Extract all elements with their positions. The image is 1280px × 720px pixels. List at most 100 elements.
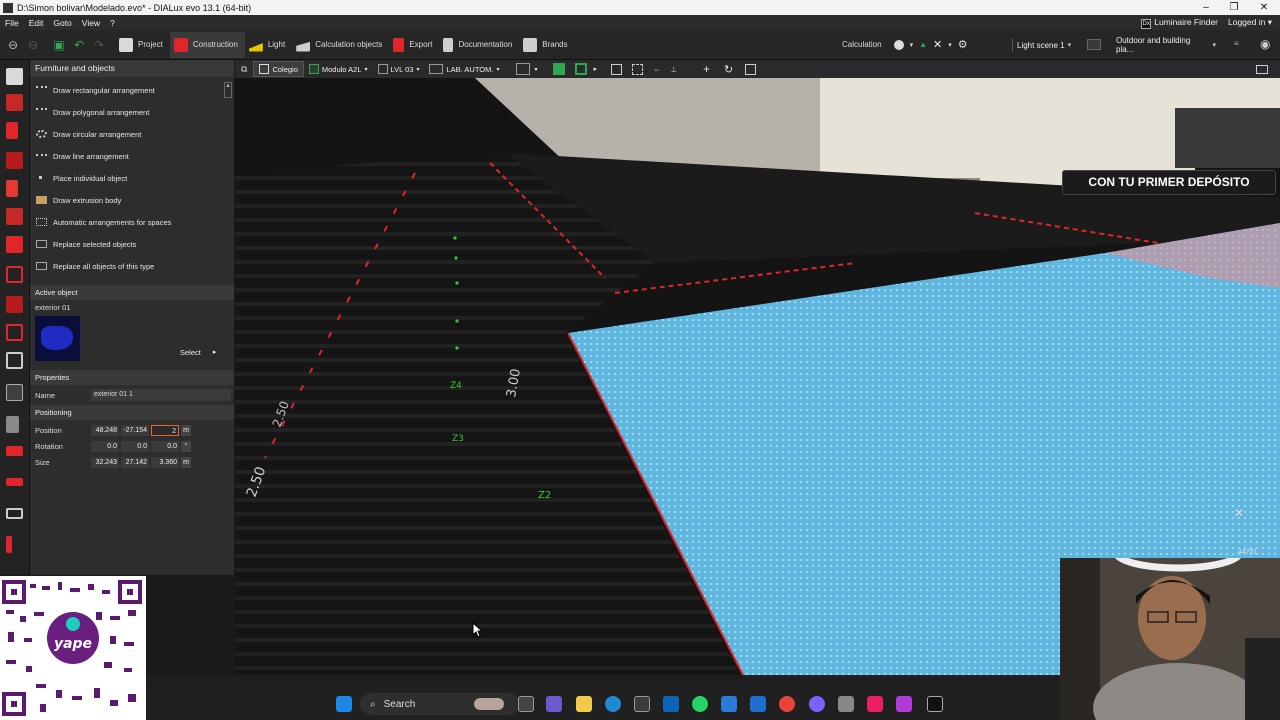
furniture-icon[interactable] [6,384,23,401]
file-explorer-icon[interactable] [576,696,592,712]
menu-view[interactable]: View [77,18,105,28]
chevron-down-icon[interactable]: ▾ [534,66,537,73]
measure-icon[interactable] [6,536,12,553]
rotation-z-field[interactable]: 0.0 [151,440,179,452]
rotate-icon[interactable]: ↻ [724,63,733,76]
redo-icon[interactable]: ↷ [89,35,109,55]
tool-draw-circular-arrangement[interactable]: Draw circular arrangement [30,123,234,145]
breadcrumb-modulo[interactable]: Modulo A2L ▾ [304,61,373,77]
logged-in-menu[interactable]: Logged in ▾ [1228,17,1272,28]
tool-automatic-arrangements[interactable]: Automatic arrangements for spaces [30,211,234,233]
edge-icon[interactable] [605,696,621,712]
light-scene-toggle-icon[interactable] [1087,39,1101,50]
app-icon[interactable] [721,696,737,712]
breadcrumb-level[interactable]: LVL 03 ▾ [373,61,425,77]
messenger-icon[interactable] [809,696,825,712]
position-z-field[interactable]: 2 [151,424,179,436]
menu-edit[interactable]: Edit [24,18,49,28]
move-icon[interactable]: + [703,62,710,76]
close-overlay-icon[interactable]: ✕ [1234,506,1244,520]
tab-light[interactable]: Light [245,32,292,58]
position-y-field[interactable]: -27.154 [121,424,149,436]
section-icon[interactable] [6,508,23,519]
size-x-field[interactable]: 32.243 [91,456,119,468]
tiktok-icon[interactable] [867,696,883,712]
back-icon[interactable]: ⊖ [3,35,23,55]
tab-construction[interactable]: Construction [169,31,245,58]
window-icon[interactable] [6,208,23,225]
layers-icon[interactable]: ≡ [1234,39,1239,48]
green-box-icon[interactable] [553,63,566,75]
texture-icon[interactable] [6,446,23,456]
tab-brands[interactable]: Brands [519,32,574,58]
undo-icon[interactable]: ↶ [69,35,89,55]
tool-replace-selected-objects[interactable]: Replace selected objects [30,233,234,255]
active-object-thumbnail[interactable] [35,316,80,361]
menu-goto[interactable]: Goto [48,18,76,28]
store-icon[interactable] [634,696,650,712]
save-icon[interactable]: ▣ [49,35,69,55]
tool-draw-polygonal-arrangement[interactable]: Draw polygonal arrangement [30,101,234,123]
roof-icon[interactable] [6,296,23,313]
chevron-down-icon[interactable]: ▾ [948,41,952,49]
zoom-selection-icon[interactable] [631,63,643,75]
close-button[interactable]: ✕ [1250,0,1278,15]
breadcrumb-room[interactable]: LAB. AUTOM. ▾ [424,61,504,77]
menu-help[interactable]: ? [105,18,120,28]
material-icon[interactable] [6,416,19,433]
align-icon[interactable]: ⇔ [653,65,661,74]
vscode-icon[interactable] [750,696,766,712]
user-icon[interactable]: ◉ [1260,37,1270,51]
dialux-taskbar-icon[interactable] [927,696,943,712]
size-y-field[interactable]: 27.142 [121,456,149,468]
calculate-icon[interactable]: ▲ [919,40,927,49]
settings-icon[interactable] [838,696,854,712]
outdoor-building-dropdown[interactable]: Outdoor and building pla... ▾ [1112,36,1220,54]
scroll-up-icon[interactable]: ▲ [224,82,232,98]
cancel-calculation-icon[interactable]: ✕ [933,38,942,51]
cut-icon[interactable] [6,478,23,486]
room-icon[interactable] [6,266,23,283]
scale-icon[interactable] [745,63,757,75]
building-icon[interactable] [6,68,23,85]
view-options-icon[interactable]: ⧉ [241,64,247,75]
position-x-field[interactable]: 48.248 [91,424,119,436]
selection-mode-icon[interactable] [516,63,531,75]
monitor-icon[interactable] [1256,64,1268,74]
size-z-field[interactable]: 3.360 [151,456,179,468]
windows-start-icon[interactable] [336,696,352,712]
whatsapp-icon[interactable] [692,696,708,712]
breadcrumb-colegio[interactable]: Colegio [253,61,304,77]
canva-icon[interactable] [896,696,912,712]
tool-draw-extrusion-body[interactable]: Draw extrusion body [30,189,234,211]
cube-icon[interactable] [6,324,23,341]
tab-documentation[interactable]: Documentation [439,32,519,58]
settings-gear-icon[interactable]: ⚙ [958,38,968,51]
select-object-button[interactable]: Select ▸ [180,346,228,358]
calculation-mode-icon[interactable] [893,39,904,50]
light-scene-dropdown[interactable]: Light scene 1 ▾ [1012,38,1075,52]
ceiling-icon[interactable] [6,236,23,253]
floor-icon[interactable] [6,122,18,139]
chrome-icon[interactable] [779,696,795,712]
minimize-button[interactable]: – [1192,0,1220,15]
site-icon[interactable] [6,94,23,111]
green-shape-icon[interactable] [575,63,588,75]
name-field[interactable]: exterior 01 1 [91,389,231,401]
chevron-right-icon[interactable]: ▸ [593,65,597,73]
tab-calculation-objects[interactable]: Calculation objects [292,32,389,58]
chevron-down-icon[interactable]: ▾ [910,41,914,49]
door-icon[interactable] [6,180,18,197]
tool-replace-all-objects[interactable]: Replace all objects of this type [30,255,234,277]
tool-place-individual-object[interactable]: Place individual object [30,167,234,189]
tab-export[interactable]: Export [389,32,439,58]
stairs-icon[interactable] [6,352,23,369]
measure-icon[interactable]: ⊥ [670,65,677,74]
luminaire-finder-link[interactable]: Dx Luminaire Finder [1141,17,1218,29]
rotation-x-field[interactable]: 0.0 [91,440,119,452]
forward-icon[interactable]: ⊖ [23,35,43,55]
tool-draw-rectangular-arrangement[interactable]: Draw rectangular arrangement [30,79,234,101]
copilot-icon[interactable] [546,696,562,712]
wall-icon[interactable] [6,152,23,169]
maximize-button[interactable]: ❐ [1220,0,1248,15]
